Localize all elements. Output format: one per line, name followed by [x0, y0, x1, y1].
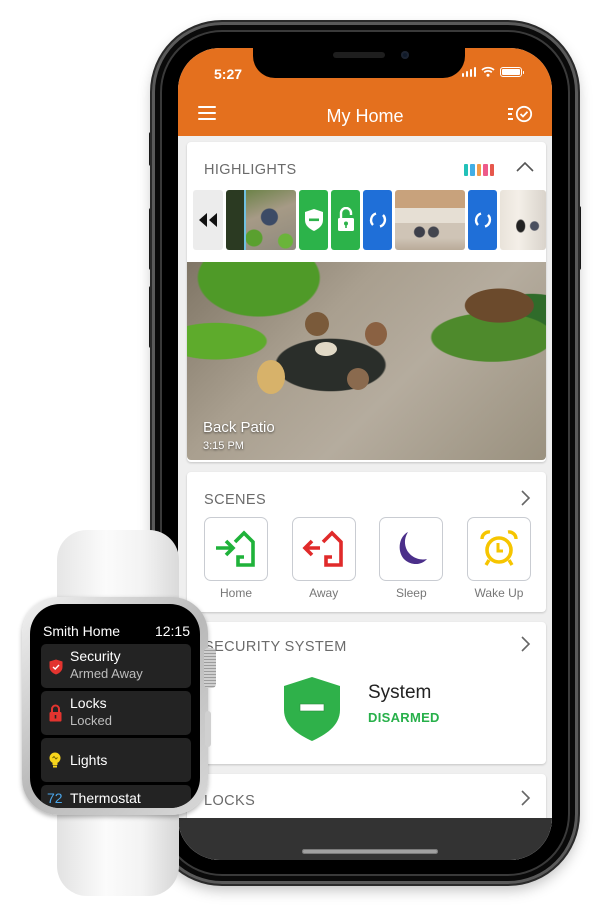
highlight-event-sync[interactable]: [363, 190, 392, 250]
scene-wake-up[interactable]: Wake Up: [466, 517, 532, 600]
scenes-title: SCENES: [204, 492, 267, 508]
shield-disarmed-icon: [304, 209, 323, 231]
highlight-thumbnail-front-door[interactable]: [500, 190, 546, 250]
chevron-up-icon: [516, 161, 534, 172]
rewind-icon: [199, 213, 217, 227]
highlight-thumbnail-living-room[interactable]: [395, 190, 465, 250]
rewind-button[interactable]: [193, 190, 223, 250]
lock-icon: [49, 704, 62, 722]
highlights-title: HIGHLIGHTS: [204, 162, 297, 178]
highlights-filter-icon[interactable]: [463, 164, 494, 176]
dashboard: HIGHLIGHTS Back Patio 3:15 PM SCENES Hom…: [178, 136, 552, 860]
security-status-badge: DISARMED: [368, 710, 440, 725]
phone-screen: 5:27 My Home HIGHLIGHTS Back Patio 3:15 …: [178, 48, 552, 860]
refresh-icon: [474, 212, 491, 228]
security-device-name: System: [368, 682, 432, 703]
checklist-icon: [508, 105, 533, 123]
watch-side-button[interactable]: [205, 711, 211, 747]
security-title: SECURITY SYSTEM: [204, 639, 347, 655]
watch-band-bottom: [57, 808, 179, 896]
watch-item-security[interactable]: Security Armed Away: [41, 644, 191, 688]
refresh-icon: [369, 212, 386, 228]
chevron-right-icon: [521, 790, 531, 806]
watch-item-locks[interactable]: Locks Locked: [41, 691, 191, 735]
alarm-clock-icon: [480, 530, 518, 566]
chevron-right-icon: [521, 490, 531, 506]
home-bar-area: [178, 818, 552, 860]
shield-check-icon: [49, 659, 63, 675]
leave-home-icon: [302, 530, 343, 567]
status-icons: [461, 66, 524, 77]
phone-notch: [253, 48, 465, 78]
cellular-signal-icon: [461, 66, 476, 77]
home-indicator[interactable]: [302, 849, 438, 854]
highlights-timeline[interactable]: [193, 190, 546, 250]
locks-title: LOCKS: [204, 793, 256, 809]
scene-home[interactable]: Home: [203, 517, 269, 600]
shield-disarmed-icon: [284, 677, 340, 741]
watch-item-lights[interactable]: Lights: [41, 738, 191, 782]
highlights-card: HIGHLIGHTS Back Patio 3:15 PM: [187, 142, 546, 462]
scene-sleep[interactable]: Sleep: [378, 517, 444, 600]
security-status-icon: [283, 676, 341, 747]
front-camera: [401, 51, 409, 59]
scenes-more-button[interactable]: [518, 490, 532, 506]
scenes-card: SCENES Home Away Sleep Wake Up: [187, 472, 546, 612]
wifi-icon: [481, 66, 495, 77]
digital-crown[interactable]: [204, 648, 216, 688]
scene-away[interactable]: Away: [291, 517, 357, 600]
camera-name: Back Patio: [203, 419, 275, 436]
earpiece: [333, 52, 385, 58]
lightbulb-icon: [49, 752, 61, 768]
scene-list: Home Away Sleep Wake Up: [203, 517, 532, 600]
highlight-event-sync[interactable]: [468, 190, 497, 250]
camera-timestamp: 3:15 PM: [203, 440, 244, 452]
thermostat-temperature: 72: [47, 790, 63, 806]
watch-title: Smith Home: [43, 623, 121, 639]
status-time: 5:27: [214, 66, 243, 82]
watch-screen: Smith Home 12:15 Security Armed Away Loc…: [30, 604, 200, 808]
unlocked-icon: [337, 207, 354, 231]
checklist-button[interactable]: [508, 105, 534, 123]
security-more-button[interactable]: [518, 636, 532, 652]
battery-icon: [500, 66, 524, 77]
watch-item-thermostat[interactable]: 72 Thermostat: [41, 785, 191, 808]
arrive-home-icon: [216, 530, 255, 567]
highlight-event-disarmed[interactable]: [299, 190, 328, 250]
highlight-event-unlocked[interactable]: [331, 190, 360, 250]
chevron-right-icon: [521, 636, 531, 652]
locks-more-button[interactable]: [518, 790, 532, 806]
highlight-thumbnail-back-patio[interactable]: [226, 190, 296, 250]
camera-preview[interactable]: Back Patio 3:15 PM: [187, 262, 546, 460]
moon-icon: [399, 532, 428, 565]
collapse-button[interactable]: [516, 160, 534, 174]
page-title: My Home: [326, 106, 404, 126]
watch-time: 12:15: [154, 623, 190, 639]
security-system-card[interactable]: SECURITY SYSTEM System DISARMED: [187, 622, 546, 764]
